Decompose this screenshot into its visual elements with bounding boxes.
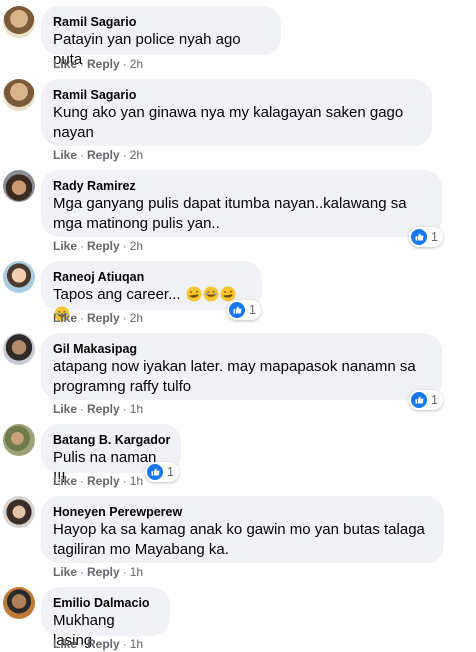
timestamp[interactable]: 2h — [130, 148, 143, 162]
reaction-count[interactable]: 1 — [409, 390, 443, 410]
commenter-name[interactable]: Gil Makasipag — [53, 341, 430, 357]
reply-link[interactable]: Reply — [87, 402, 120, 416]
avatar[interactable] — [3, 424, 35, 456]
like-link[interactable]: Like — [53, 474, 77, 488]
timestamp[interactable]: 2h — [130, 311, 143, 325]
timestamp[interactable]: 1h — [130, 474, 143, 488]
reaction-count[interactable]: 1 — [145, 462, 179, 482]
timestamp[interactable]: 2h — [130, 239, 143, 253]
comment-text-value: Tapos ang career... — [53, 286, 181, 303]
reaction-count[interactable]: 1 — [227, 300, 261, 320]
comment-text: Mga ganyang pulis dapat itumba nayan..ka… — [53, 195, 407, 212]
comment-actions: Like · Reply · 2h — [53, 311, 144, 325]
timestamp[interactable]: 1h — [130, 402, 143, 416]
reply-link[interactable]: Reply — [87, 239, 120, 253]
comment-bubble: Ramil Sagario Kung ako yan ginawa nya my… — [41, 79, 432, 146]
comment-bubble: Ramil Sagario Patayin yan police nyah ag… — [41, 6, 281, 68]
comment-text: tagiliran mo Mayabang ka. — [53, 541, 229, 558]
comment-actions: Like · Reply · 2h — [53, 239, 144, 253]
comment-actions: Like · Reply · 1h — [53, 474, 144, 488]
commenter-name[interactable]: Rady Ramirez — [53, 178, 430, 194]
like-link[interactable]: Like — [53, 565, 77, 579]
like-link[interactable]: Like — [53, 239, 77, 253]
commenter-name[interactable]: Emilio Dalmacio — [53, 595, 158, 611]
reply-link[interactable]: Reply — [87, 57, 120, 71]
comment-actions: Like · Reply · 2h — [53, 57, 144, 71]
reply-link[interactable]: Reply — [87, 474, 120, 488]
reaction-number: 1 — [249, 303, 256, 317]
comment-text: mga matinong pulis yan.. — [53, 215, 220, 232]
like-reaction-icon — [229, 302, 245, 318]
like-link[interactable]: Like — [53, 637, 77, 651]
commenter-name[interactable]: Ramil Sagario — [53, 87, 420, 103]
commenter-name[interactable]: Batang B. Kargador — [53, 432, 170, 448]
comment-text: Kung ako yan ginawa nya my kalagayan sak… — [53, 104, 404, 121]
reply-link[interactable]: Reply — [87, 311, 120, 325]
reply-link[interactable]: Reply — [87, 148, 120, 162]
comment-bubble: Emilio Dalmacio Mukhang lasing — [41, 587, 170, 649]
comment-actions: Like · Reply · 1h — [53, 402, 144, 416]
comment-bubble: Rady Ramirez Mga ganyang pulis dapat itu… — [41, 170, 442, 237]
comment-text: atapang now iyakan later. may mapapasok … — [53, 358, 416, 375]
avatar[interactable] — [3, 170, 35, 202]
reaction-number: 1 — [431, 393, 438, 407]
like-link[interactable]: Like — [53, 57, 77, 71]
comment-text: programng raffy tulfo — [53, 378, 192, 395]
reply-link[interactable]: Reply — [87, 637, 120, 651]
comment-bubble: Honeyen Perewperew Hayop ka sa kamag ana… — [41, 496, 444, 563]
laughing-emoji-icon — [203, 286, 219, 302]
like-reaction-icon — [411, 229, 427, 245]
reaction-number: 1 — [167, 465, 174, 479]
avatar[interactable] — [3, 261, 35, 293]
avatar[interactable] — [3, 496, 35, 528]
avatar[interactable] — [3, 6, 35, 38]
commenter-name[interactable]: Raneoj Atiuqan — [53, 269, 250, 285]
like-link[interactable]: Like — [53, 148, 77, 162]
timestamp[interactable]: 2h — [130, 57, 143, 71]
comment-actions: Like · Reply · 1h — [53, 565, 144, 579]
rofl-emoji-icon — [186, 286, 202, 302]
avatar[interactable] — [3, 333, 35, 365]
reply-link[interactable]: Reply — [87, 565, 120, 579]
reaction-count[interactable]: 1 — [409, 227, 443, 247]
timestamp[interactable]: 1h — [130, 637, 143, 651]
avatar[interactable] — [3, 79, 35, 111]
like-link[interactable]: Like — [53, 402, 77, 416]
comment-actions: Like · Reply · 2h — [53, 148, 144, 162]
like-link[interactable]: Like — [53, 311, 77, 325]
commenter-name[interactable]: Honeyen Perewperew — [53, 504, 432, 520]
timestamp[interactable]: 1h — [130, 565, 143, 579]
comment-actions: Like · Reply · 1h — [53, 637, 144, 651]
reaction-number: 1 — [431, 230, 438, 244]
avatar[interactable] — [3, 587, 35, 619]
like-reaction-icon — [147, 464, 163, 480]
comment-text: Hayop ka sa kamag anak ko gawin mo yan b… — [53, 521, 425, 538]
comment-bubble: Gil Makasipag atapang now iyakan later. … — [41, 333, 442, 400]
commenter-name[interactable]: Ramil Sagario — [53, 14, 269, 30]
comment-text: nayan — [53, 124, 94, 141]
like-reaction-icon — [411, 392, 427, 408]
